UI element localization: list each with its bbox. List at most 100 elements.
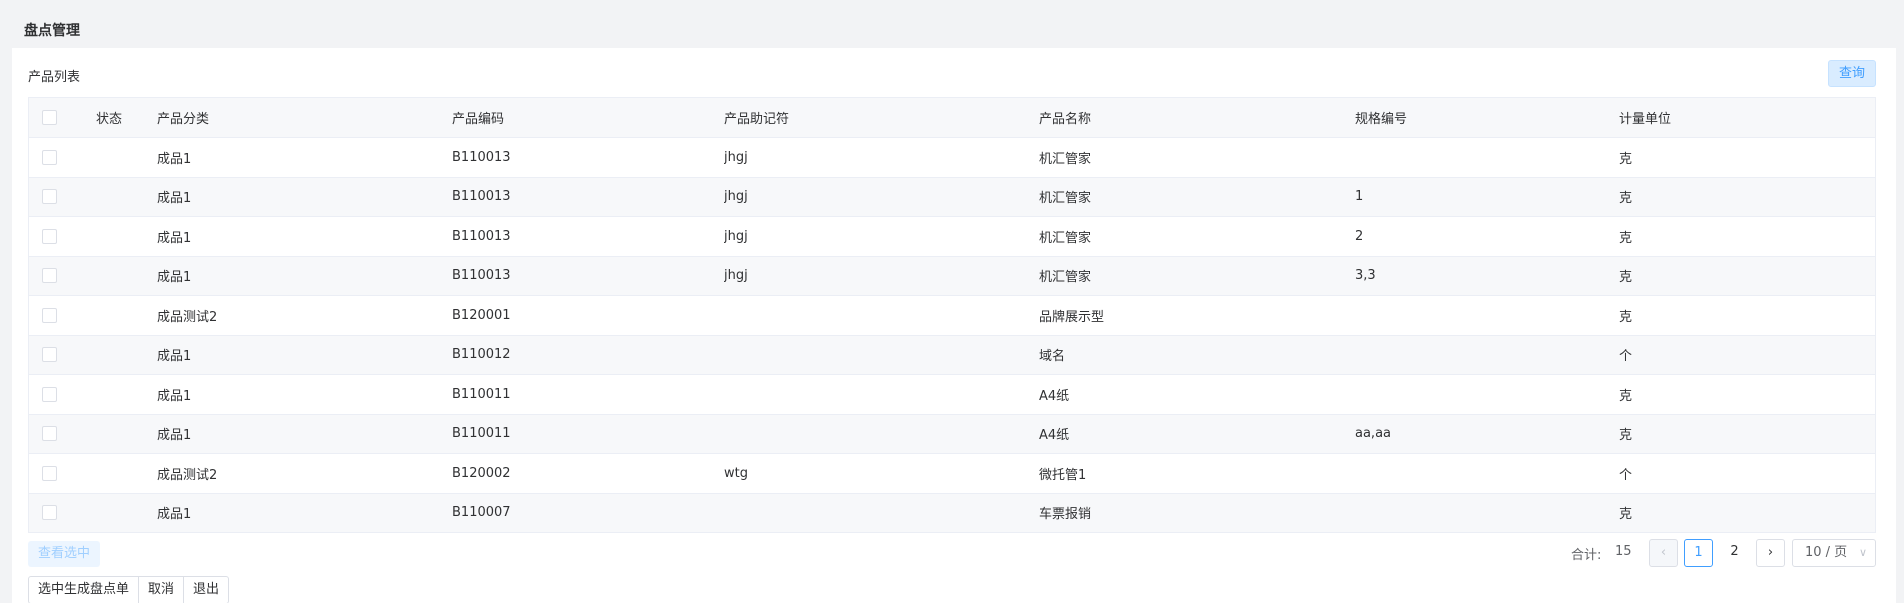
cell-mnemonic: wtg (724, 465, 748, 481)
query-button[interactable]: 查询 (1828, 60, 1876, 87)
page-size-label: 10 / 页 (1805, 545, 1848, 560)
cell-code: B110007 (452, 505, 511, 521)
chevron-left-icon: ‹ (1660, 545, 1667, 560)
header-name: 产品名称 (1039, 112, 1092, 127)
row-checkbox[interactable] (42, 189, 57, 205)
action-button-group: 选中生成盘点单 取消 退出 (28, 576, 230, 603)
cell-name: 机汇管家 (1039, 191, 1092, 207)
cell-category: 成品测试2 (157, 467, 218, 483)
cell-spec: 1 (1355, 189, 1364, 205)
row-checkbox-cell (29, 307, 96, 323)
row-checkbox-cell (29, 505, 96, 521)
row-checkbox-cell (29, 426, 96, 442)
row-checkbox-cell (29, 386, 96, 402)
cell-unit: 克 (1619, 270, 1633, 286)
product-list-title: 产品列表 (28, 70, 81, 85)
row-checkbox[interactable] (42, 505, 57, 521)
row-checkbox[interactable] (42, 268, 57, 284)
cell-name: 机汇管家 (1039, 151, 1092, 167)
table-row[interactable]: 成品1 B110013 jhgj 机汇管家 2 克 (29, 217, 1875, 257)
table-row[interactable]: 成品测试2 B120001 品牌展示型 克 (29, 296, 1875, 336)
row-checkbox-cell (29, 347, 96, 363)
total-value: 15 (1615, 544, 1632, 559)
exit-button[interactable]: 退出 (183, 576, 230, 603)
cell-code: B110011 (452, 386, 511, 402)
cell-category: 成品1 (157, 230, 192, 246)
header-mnemonic: 产品助记符 (724, 112, 790, 127)
table-row[interactable]: 成品1 B110012 域名 个 (29, 335, 1875, 375)
cell-code: B110013 (452, 149, 511, 165)
cell-name: 域名 (1039, 349, 1066, 365)
page-title: 盘点管理 (24, 23, 80, 39)
row-checkbox[interactable] (42, 228, 57, 244)
table-row[interactable]: 成品1 B110011 A4纸 aa,aa 克 (29, 414, 1875, 454)
header-status: 状态 (96, 112, 123, 127)
prev-page-button[interactable]: ‹ (1649, 539, 1678, 567)
row-checkbox[interactable] (42, 386, 57, 402)
cell-unit: 克 (1619, 388, 1633, 404)
page-1-button[interactable]: 1 (1684, 539, 1713, 567)
cell-unit: 克 (1619, 309, 1633, 325)
table-body: 成品1 B110013 jhgj 机汇管家克成品1 B110013 jhgj 机汇管家 1 克成… (29, 138, 1875, 533)
row-checkbox-cell (29, 149, 96, 165)
row-checkbox[interactable] (42, 347, 57, 363)
generate-inventory-button[interactable]: 选中生成盘点单 (28, 576, 140, 603)
row-checkbox[interactable] (42, 149, 57, 165)
row-checkbox-cell (29, 465, 96, 481)
header-code: 产品编码 (452, 112, 505, 127)
cell-category: 成品1 (157, 191, 192, 207)
table-row[interactable]: 成品1 B110013 jhgj 机汇管家 3,3 克 (29, 256, 1875, 296)
cell-name: 品牌展示型 (1039, 309, 1105, 325)
cell-unit: 克 (1619, 191, 1633, 207)
cell-code: B120002 (452, 465, 511, 481)
select-all-checkbox[interactable] (42, 110, 57, 125)
cell-mnemonic: jhgj (724, 149, 748, 165)
cell-category: 成品1 (157, 151, 192, 167)
cell-unit: 克 (1619, 151, 1633, 167)
cell-mnemonic: jhgj (724, 189, 748, 205)
cell-spec: 2 (1355, 228, 1364, 244)
cell-mnemonic: jhgj (724, 228, 748, 244)
table-header-row: 状态 产品分类 产品编码 产品助记符 产品名称 规格编号 计量单位 (29, 98, 1875, 138)
cell-unit: 个 (1619, 467, 1633, 483)
cell-category: 成品测试2 (157, 309, 218, 325)
table-row[interactable]: 成品1 B110013 jhgj 机汇管家 克 (29, 138, 1875, 178)
cell-category: 成品1 (157, 270, 192, 286)
total-label: 合计: (1571, 548, 1602, 563)
row-checkbox-cell (29, 189, 96, 205)
header-category: 产品分类 (157, 112, 210, 127)
cell-name: 机汇管家 (1039, 270, 1092, 286)
cell-category: 成品1 (157, 507, 192, 523)
row-checkbox[interactable] (42, 307, 57, 323)
cell-category: 成品1 (157, 428, 192, 444)
cell-code: B110011 (452, 426, 511, 442)
cell-unit: 克 (1619, 428, 1633, 444)
chevron-right-icon: › (1767, 545, 1774, 560)
page-size-select[interactable]: 10 / 页 ∨ (1792, 539, 1876, 567)
row-checkbox-cell (29, 268, 96, 284)
row-checkbox-cell (29, 228, 96, 244)
cell-unit: 个 (1619, 349, 1633, 365)
cell-code: B110013 (452, 189, 511, 205)
product-table: 状态 产品分类 产品编码 产品助记符 产品名称 规格编号 计量单位 成品1 B11… (28, 97, 1876, 533)
cell-code: B110012 (452, 347, 511, 363)
table-row[interactable]: 成品1 B110013 jhgj 机汇管家 1 克 (29, 177, 1875, 217)
table-row[interactable]: 成品1 B110007 车票报销 克 (29, 493, 1875, 533)
cell-category: 成品1 (157, 388, 192, 404)
cell-name: 微托管1 (1039, 467, 1087, 483)
table-row[interactable]: 成品1 B110011 A4纸 克 (29, 375, 1875, 415)
page-2-button[interactable]: 2 (1720, 539, 1749, 567)
next-page-button[interactable]: › (1756, 539, 1785, 567)
cell-category: 成品1 (157, 349, 192, 365)
row-checkbox[interactable] (42, 426, 57, 442)
cell-code: B110013 (452, 268, 511, 284)
cancel-button[interactable]: 取消 (138, 576, 185, 603)
view-selected-button[interactable]: 查看选中 (28, 541, 101, 567)
cell-unit: 克 (1619, 507, 1633, 523)
row-checkbox[interactable] (42, 465, 57, 481)
header-unit: 计量单位 (1619, 112, 1672, 127)
cell-code: B110013 (452, 228, 511, 244)
cell-mnemonic: jhgj (724, 268, 748, 284)
header-spec: 规格编号 (1355, 112, 1408, 127)
table-row[interactable]: 成品测试2 B120002 wtg 微托管1 个 (29, 454, 1875, 494)
